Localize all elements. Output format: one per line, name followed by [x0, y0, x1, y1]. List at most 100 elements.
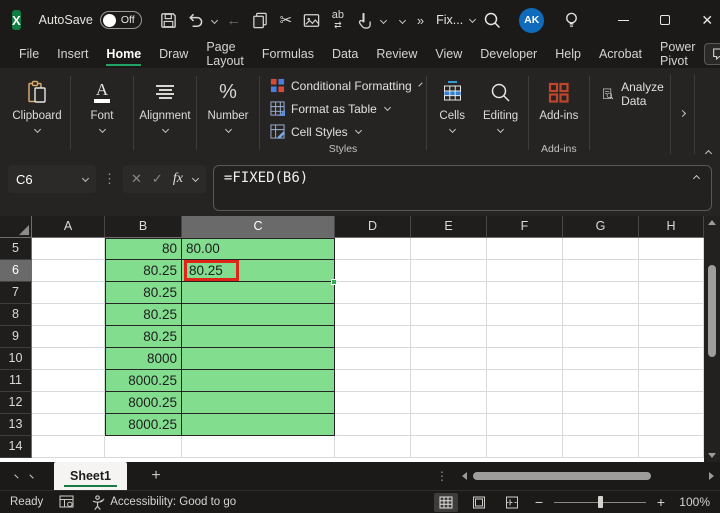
autosave-toggle[interactable]: Off [99, 11, 142, 29]
menu-acrobat[interactable]: Acrobat [590, 40, 651, 68]
cell-B14[interactable] [105, 436, 182, 458]
cell-E10[interactable] [411, 348, 487, 370]
cell-C5[interactable]: 80.00 [182, 238, 335, 260]
cell-E5[interactable] [411, 238, 487, 260]
picture-icon[interactable] [299, 6, 325, 34]
cell-E11[interactable] [411, 370, 487, 392]
cancel-icon[interactable]: ✕ [131, 171, 142, 187]
page-layout-view-button[interactable] [467, 493, 491, 512]
save-icon[interactable] [156, 6, 182, 34]
vertical-scroll-thumb[interactable] [708, 265, 716, 357]
cell-G5[interactable] [563, 238, 639, 260]
cell-D9[interactable] [335, 326, 411, 348]
conditional-formatting-button[interactable]: Conditional Formatting [270, 74, 423, 97]
menu-help[interactable]: Help [546, 40, 590, 68]
cell-H11[interactable] [639, 370, 704, 392]
cell-A5[interactable] [32, 238, 105, 260]
cell-E7[interactable] [411, 282, 487, 304]
row-header-11[interactable]: 11 [0, 370, 32, 392]
cell-F7[interactable] [487, 282, 563, 304]
zoom-slider[interactable] [554, 495, 646, 509]
cell-A11[interactable] [32, 370, 105, 392]
cell-H10[interactable] [639, 348, 704, 370]
scroll-down-icon[interactable] [708, 453, 716, 458]
cell-C12[interactable] [182, 392, 335, 414]
zoom-out-button[interactable]: − [533, 494, 545, 510]
autosave-control[interactable]: AutoSave Off [39, 11, 142, 29]
editing-group-button[interactable]: Editing [475, 68, 525, 160]
cell-F10[interactable] [487, 348, 563, 370]
ribbon-group-clipboard[interactable]: Clipboard [6, 68, 68, 160]
replace-icon[interactable]: ab ⇄ [325, 6, 351, 34]
zoom-level[interactable]: 100% [676, 495, 710, 509]
cell-B5[interactable]: 80 [105, 238, 182, 260]
row-header-6[interactable]: 6 [0, 260, 32, 282]
cell-F6[interactable] [487, 260, 563, 282]
addins-button-label[interactable]: Add-ins [539, 110, 578, 122]
lightbulb-icon[interactable] [554, 6, 588, 34]
scroll-right-icon[interactable] [709, 472, 714, 480]
menu-page-layout[interactable]: Page Layout [197, 40, 253, 68]
cell-H13[interactable] [639, 414, 704, 436]
horizontal-scroll-track[interactable] [471, 471, 705, 481]
add-sheet-button[interactable]: + [141, 467, 171, 485]
fill-handle[interactable] [331, 279, 337, 285]
col-header-G[interactable]: G [563, 216, 639, 238]
row-header-12[interactable]: 12 [0, 392, 32, 414]
qat-chevron-icon[interactable] [398, 16, 406, 24]
cell-A8[interactable] [32, 304, 105, 326]
cell-B11[interactable]: 8000.25 [105, 370, 182, 392]
menu-home[interactable]: Home [97, 40, 150, 68]
cell-D8[interactable] [335, 304, 411, 326]
cell-G6[interactable] [563, 260, 639, 282]
menu-data[interactable]: Data [323, 40, 367, 68]
scroll-left-icon[interactable] [462, 472, 467, 480]
comments-button[interactable] [704, 43, 720, 65]
cell-G9[interactable] [563, 326, 639, 348]
macro-record-icon[interactable] [59, 495, 75, 509]
cell-B13[interactable]: 8000.25 [105, 414, 182, 436]
vertical-scrollbar[interactable] [704, 216, 720, 462]
cell-C13[interactable] [182, 414, 335, 436]
cell-F11[interactable] [487, 370, 563, 392]
cell-A13[interactable] [32, 414, 105, 436]
row-header-13[interactable]: 13 [0, 414, 32, 436]
cell-B7[interactable]: 80.25 [105, 282, 182, 304]
formula-input[interactable]: =FIXED(B6) [212, 165, 712, 211]
col-header-B[interactable]: B [105, 216, 182, 238]
fx-dropdown-icon[interactable] [191, 174, 199, 182]
menu-review[interactable]: Review [367, 40, 426, 68]
menu-power-pivot[interactable]: Power Pivot [651, 40, 704, 68]
menu-developer[interactable]: Developer [471, 40, 546, 68]
name-box[interactable]: C6 [8, 165, 96, 193]
sheet-tab-sheet1[interactable]: Sheet1 [54, 462, 127, 490]
format-as-table-button[interactable]: Format as Table [270, 97, 420, 120]
cell-G11[interactable] [563, 370, 639, 392]
vertical-scroll-track[interactable] [704, 225, 720, 453]
cell-A10[interactable] [32, 348, 105, 370]
cell-D6[interactable] [335, 260, 411, 282]
cell-G10[interactable] [563, 348, 639, 370]
col-header-F[interactable]: F [487, 216, 563, 238]
cell-B8[interactable]: 80.25 [105, 304, 182, 326]
cell-G8[interactable] [563, 304, 639, 326]
cell-C8[interactable] [182, 304, 335, 326]
cell-E8[interactable] [411, 304, 487, 326]
cell-D14[interactable] [335, 436, 411, 458]
row-header-8[interactable]: 8 [0, 304, 32, 326]
cell-G13[interactable] [563, 414, 639, 436]
menu-insert[interactable]: Insert [48, 40, 97, 68]
col-header-A[interactable]: A [32, 216, 105, 238]
touch-dropdown-icon[interactable] [379, 16, 387, 24]
cell-F13[interactable] [487, 414, 563, 436]
cell-H7[interactable] [639, 282, 704, 304]
cell-B6[interactable]: 80.25 [105, 260, 182, 282]
cell-B12[interactable]: 8000.25 [105, 392, 182, 414]
cell-G14[interactable] [563, 436, 639, 458]
cell-H6[interactable] [639, 260, 704, 282]
ribbon-more-button[interactable] [669, 74, 695, 154]
cell-D12[interactable] [335, 392, 411, 414]
cell-A14[interactable] [32, 436, 105, 458]
analyze-data-button[interactable]: Analyze Data [602, 80, 670, 108]
avatar[interactable]: AK [519, 7, 545, 33]
